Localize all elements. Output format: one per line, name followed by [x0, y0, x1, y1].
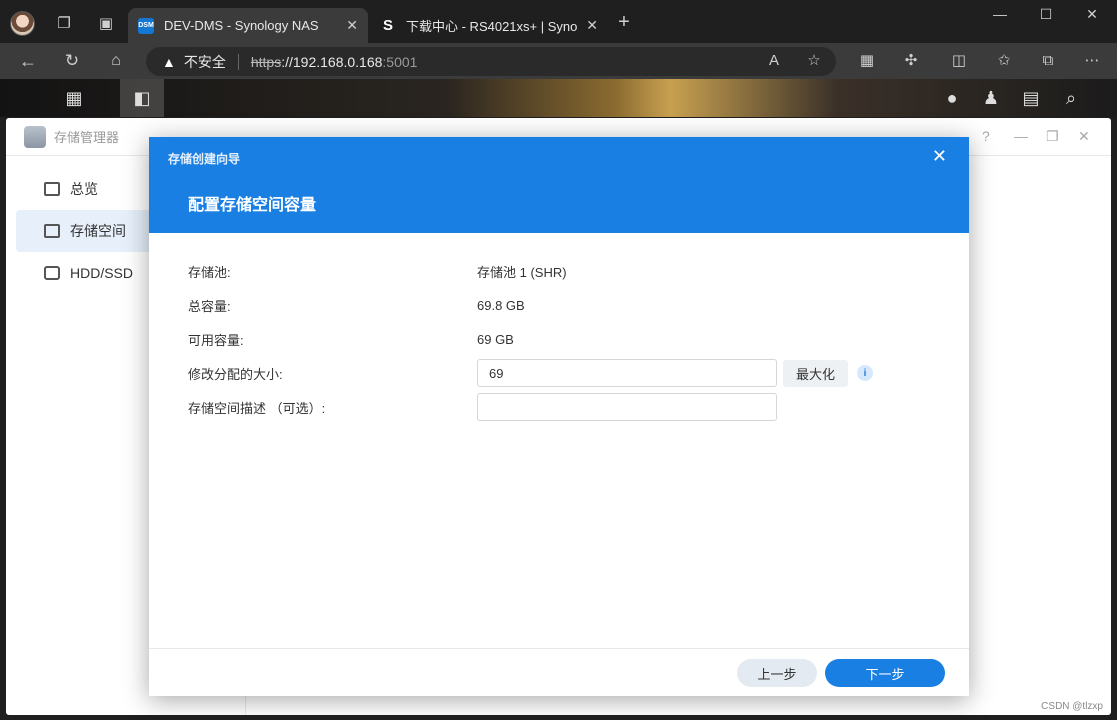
workspaces-icon[interactable]: ❐	[54, 14, 74, 34]
maximize-window-icon[interactable]: ☐	[1031, 6, 1061, 23]
minimize-window-icon[interactable]: —	[985, 6, 1015, 22]
window-title: 存储管理器	[54, 130, 120, 145]
help-icon[interactable]: ?	[982, 128, 990, 144]
overview-icon	[44, 182, 60, 196]
search-icon[interactable]: ⌕	[1049, 79, 1093, 117]
main-menu-icon[interactable]: ▦	[52, 79, 96, 117]
translate-icon[interactable]: ▦	[857, 51, 877, 71]
storage-manager-icon	[24, 125, 46, 148]
pool-value: 存储池 1 (SHR)	[477, 264, 567, 280]
refresh-icon[interactable]: ↻	[62, 51, 82, 71]
tab-download-center[interactable]: S 下载中心 - RS4021xs+ | Synology ✕	[370, 8, 608, 43]
disk-icon	[44, 266, 60, 280]
collections-icon[interactable]: ⧉	[1038, 51, 1058, 71]
close-tab-icon[interactable]: ✕	[346, 17, 358, 34]
pool-row: 存储池: 存储池 1 (SHR)	[188, 257, 948, 285]
user-icon[interactable]: ♟	[969, 79, 1013, 117]
dialog-header: 存储创建向导 ✕ 配置存储空间容量	[149, 137, 969, 233]
total-capacity-label: 总容量:	[188, 298, 231, 314]
back-icon[interactable]: ←	[18, 51, 38, 71]
profile-avatar[interactable]	[10, 11, 35, 36]
security-label: 不安全	[183, 53, 226, 70]
home-icon[interactable]: ⌂	[106, 51, 126, 71]
watermark: CSDN @tlzxp	[1041, 701, 1103, 712]
total-capacity-row: 总容量: 69.8 GB	[188, 291, 948, 319]
next-button[interactable]: 下一步	[825, 659, 945, 687]
close-tab-icon[interactable]: ✕	[586, 17, 598, 34]
favorite-star-icon[interactable]: ☆	[804, 51, 824, 71]
divider	[237, 53, 239, 70]
wizard-name: 存储创建向导	[168, 152, 241, 166]
storage-creation-wizard: 存储创建向导 ✕ 配置存储空间容量 存储池: 存储池 1 (SHR) 总容量: …	[149, 137, 969, 696]
synology-favicon-icon: S	[382, 17, 393, 34]
address-bar[interactable]: ▲ 不安全 https ://192.168.0.168 :5001	[146, 47, 836, 76]
dialog-title: 配置存储空间容量	[188, 197, 317, 214]
restore-icon[interactable]: ❐	[1046, 128, 1059, 145]
tab-dev-dms[interactable]: DSM DEV-DMS - Synology NAS ✕	[128, 8, 368, 43]
extensions-icon[interactable]: ✣	[901, 51, 921, 71]
available-capacity-value: 69 GB	[477, 331, 514, 347]
url-port: :5001	[382, 53, 418, 70]
favorites-icon[interactable]: ✩	[994, 51, 1014, 71]
description-label: 存储空间描述 （可选）:	[188, 400, 326, 416]
storage-icon	[44, 224, 60, 238]
maximize-button[interactable]: 最大化	[783, 359, 849, 387]
dialog-close-icon[interactable]: ✕	[932, 146, 947, 167]
warning-icon: ▲	[162, 53, 176, 70]
dsm-taskbar: ▦ ◧ ● ♟ ▤ ⌕	[0, 79, 1117, 117]
info-icon[interactable]: i	[857, 365, 874, 381]
divider	[149, 648, 969, 649]
available-capacity-row: 可用容量: 69 GB	[188, 325, 948, 353]
url-scheme: https	[250, 53, 282, 70]
tab-actions-icon[interactable]: ▣	[96, 14, 116, 34]
close-window-icon[interactable]: ✕	[1077, 6, 1107, 23]
widgets-icon[interactable]: ▤	[1009, 79, 1053, 117]
sidebar-item-label: HDD/SSD	[70, 265, 134, 281]
allocated-size-row: 修改分配的大小: 69 最大化 i	[188, 359, 948, 387]
total-capacity-value: 69.8 GB	[477, 297, 525, 313]
split-screen-icon[interactable]: ◫	[949, 51, 969, 71]
browser-toolbar: ← ↻ ⌂ ▲ 不安全 https ://192.168.0.168 :5001…	[0, 43, 1117, 79]
storage-manager-taskbar-icon[interactable]: ◧	[120, 79, 164, 117]
allocated-size-input[interactable]: 69	[477, 359, 777, 387]
tab-title: 下载中心 - RS4021xs+ | Synology	[406, 19, 578, 34]
sidebar-item-label: 存储空间	[70, 223, 126, 239]
minimize-icon[interactable]: —	[1014, 128, 1028, 144]
previous-button[interactable]: 上一步	[737, 659, 817, 687]
close-icon[interactable]: ✕	[1078, 128, 1090, 145]
new-tab-button[interactable]: +	[614, 12, 634, 32]
sidebar-item-label: 总览	[70, 181, 98, 197]
available-capacity-label: 可用容量:	[188, 332, 244, 348]
dsm-favicon-icon: DSM	[138, 17, 154, 34]
read-aloud-icon[interactable]: A	[764, 51, 784, 71]
notifications-icon[interactable]: ●	[930, 79, 974, 117]
tab-title: DEV-DMS - Synology NAS	[164, 18, 319, 33]
pool-label: 存储池:	[188, 264, 231, 280]
browser-tab-bar: ❐ ▣ DSM DEV-DMS - Synology NAS ✕ S 下载中心 …	[0, 0, 1117, 43]
description-row: 存储空间描述 （可选）:	[188, 393, 948, 421]
url-host: ://192.168.0.168	[281, 53, 383, 70]
description-input[interactable]	[477, 393, 777, 421]
allocated-size-label: 修改分配的大小:	[188, 366, 283, 382]
more-menu-icon[interactable]: ⋯	[1082, 51, 1102, 71]
